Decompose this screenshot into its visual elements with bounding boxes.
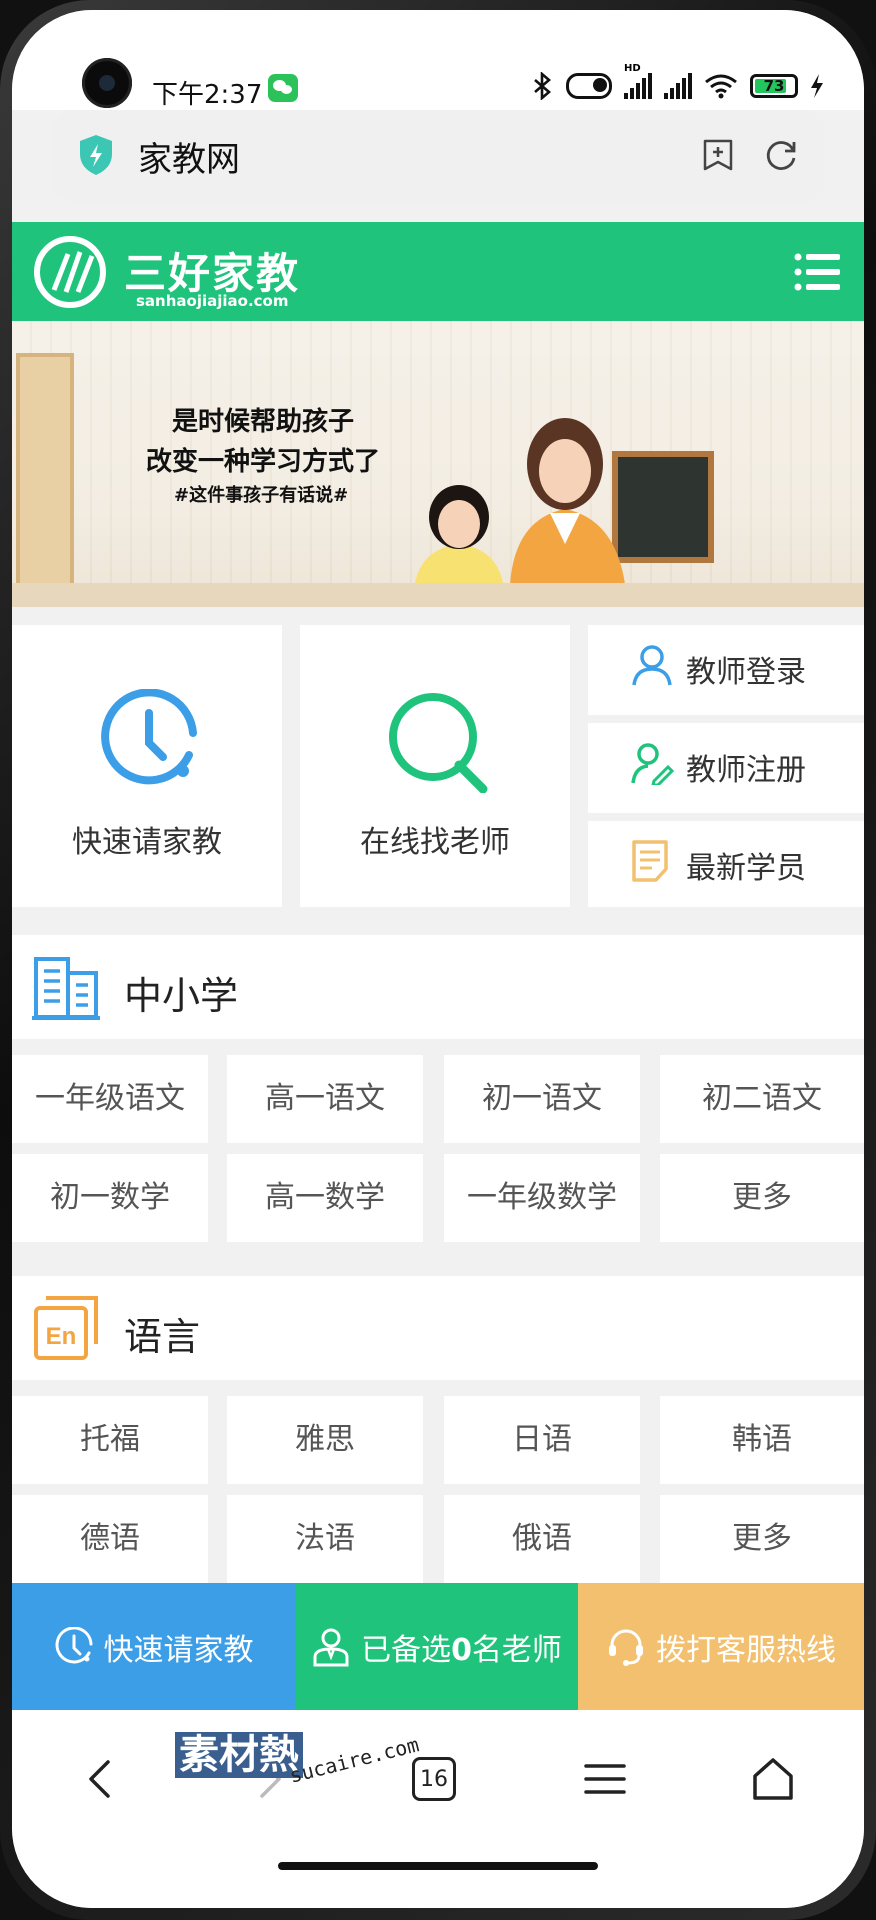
home-icon[interactable] — [748, 1754, 798, 1804]
teacher-login-tile[interactable]: 教师登录 — [588, 625, 864, 715]
user-icon — [632, 645, 672, 686]
latest-students-tile[interactable]: 最新学员 — [588, 821, 864, 907]
section-title: 语言 — [124, 1315, 201, 1359]
shield-icon — [80, 135, 112, 175]
subject-link[interactable]: 雅思 — [227, 1396, 423, 1484]
user-edit-icon — [631, 743, 674, 785]
banner-slogan-2: 改变一种学习方式了 — [146, 447, 381, 477]
tabs-button[interactable]: 16 — [412, 1757, 456, 1801]
subject-link[interactable]: 初二语文 — [660, 1055, 864, 1143]
screen: 下午2:37 HD 73 家教网 三好家教 sanhaojiajiao.com … — [12, 10, 864, 1908]
back-icon[interactable] — [76, 1754, 126, 1804]
more-link[interactable]: 更多 — [660, 1495, 864, 1583]
document-icon — [632, 840, 668, 882]
subject-link[interactable]: 俄语 — [444, 1495, 640, 1583]
language-en-icon: En — [34, 1296, 98, 1360]
section-title: 中小学 — [124, 974, 239, 1018]
teacher-register-tile[interactable]: 教师注册 — [588, 723, 864, 813]
browser-navbar: 16 — [12, 1710, 864, 1908]
clock-icon — [55, 1626, 92, 1663]
more-link[interactable]: 更多 — [660, 1154, 864, 1242]
subject-link[interactable]: 韩语 — [660, 1396, 864, 1484]
banner-slogan-3: #这件事孩子有话说# — [174, 485, 349, 506]
page-title: 家教网 — [138, 140, 240, 180]
bookmark-add-icon[interactable] — [702, 138, 734, 172]
toggle-icon — [566, 73, 612, 99]
hotline-button[interactable]: 拨打客服热线 — [578, 1583, 864, 1710]
signal-icon — [664, 73, 692, 99]
hotline-label: 拨打客服热线 — [656, 1632, 836, 1668]
fast-request-tile[interactable]: 快速请家教 — [12, 625, 282, 907]
student-photo — [414, 485, 504, 589]
menu-lines-icon[interactable] — [580, 1754, 630, 1804]
subject-link[interactable]: 初一语文 — [444, 1055, 640, 1143]
find-teacher-label: 在线找老师 — [360, 825, 510, 860]
subject-link[interactable]: 法语 — [227, 1495, 423, 1583]
hero-banner[interactable]: 是时候帮助孩子 改变一种学习方式了 #这件事孩子有话说# — [12, 321, 864, 607]
subject-link[interactable]: 高一数学 — [227, 1154, 423, 1242]
find-teacher-tile[interactable]: 在线找老师 — [300, 625, 570, 907]
wifi-icon — [705, 74, 737, 99]
menu-icon[interactable] — [794, 252, 842, 292]
latest-students-label: 最新学员 — [686, 851, 806, 886]
front-camera — [82, 58, 132, 108]
battery-icon: 73 — [750, 74, 798, 98]
banner-slogan-1: 是时候帮助孩子 — [172, 407, 355, 437]
phone-frame: 下午2:37 HD 73 家教网 三好家教 sanhaojiajiao.com … — [0, 0, 876, 1920]
wechat-icon — [268, 74, 298, 102]
teacher-register-label: 教师注册 — [686, 753, 806, 788]
section-header-primary: 中小学 — [12, 935, 864, 1039]
selected-teachers-button[interactable]: 已备选0名老师 — [295, 1583, 578, 1710]
selected-teachers-label: 已备选0名老师 — [361, 1625, 562, 1669]
search-icon — [389, 693, 488, 793]
status-time: 下午2:37 — [152, 80, 263, 110]
bookshelf-illustration — [16, 353, 74, 593]
bottom-action-bar: 快速请家教 已备选0名老师 拨打客服热线 — [12, 1583, 864, 1710]
tab-count: 16 — [420, 1766, 448, 1792]
fast-request-label: 快速请家教 — [72, 825, 222, 860]
selected-prefix: 已备选 — [361, 1632, 452, 1668]
subject-link[interactable]: 托福 — [12, 1396, 208, 1484]
watermark-logo: 素材熱 — [175, 1722, 303, 1780]
reload-icon[interactable] — [764, 138, 798, 172]
svg-text:En: En — [46, 1323, 77, 1350]
subject-link[interactable]: 初一数学 — [12, 1154, 208, 1242]
subject-link[interactable]: 一年级数学 — [444, 1154, 640, 1242]
fast-request-button[interactable]: 快速请家教 — [12, 1583, 295, 1710]
teacher-login-label: 教师登录 — [686, 655, 806, 690]
bluetooth-icon — [534, 72, 551, 100]
charging-icon — [811, 74, 823, 98]
status-bar: 下午2:37 HD 73 — [12, 10, 864, 110]
logo-icon[interactable] — [30, 234, 110, 309]
selected-count: 0 — [451, 1632, 472, 1668]
signal-icon: HD — [624, 63, 652, 99]
site-header: 三好家教 sanhaojiajiao.com — [12, 222, 864, 321]
subject-link[interactable]: 高一语文 — [227, 1055, 423, 1143]
building-icon — [32, 957, 100, 1020]
teacher-icon — [313, 1628, 349, 1666]
section-header-language: En 语言 — [12, 1276, 864, 1380]
clock-icon — [101, 689, 197, 785]
brand-domain: sanhaojiajiao.com — [136, 292, 289, 310]
status-icons: HD 73 — [532, 63, 824, 100]
selected-suffix: 名老师 — [471, 1632, 562, 1668]
subject-link[interactable]: 一年级语文 — [12, 1055, 208, 1143]
home-indicator[interactable] — [278, 1862, 598, 1870]
headset-icon — [609, 1629, 643, 1666]
subject-link[interactable]: 德语 — [12, 1495, 208, 1583]
subject-link[interactable]: 日语 — [444, 1396, 640, 1484]
address-bar[interactable]: 家教网 — [52, 110, 824, 202]
fast-request-button-label: 快速请家教 — [103, 1632, 254, 1668]
table-illustration — [12, 583, 864, 607]
hd-badge: HD — [624, 63, 641, 74]
